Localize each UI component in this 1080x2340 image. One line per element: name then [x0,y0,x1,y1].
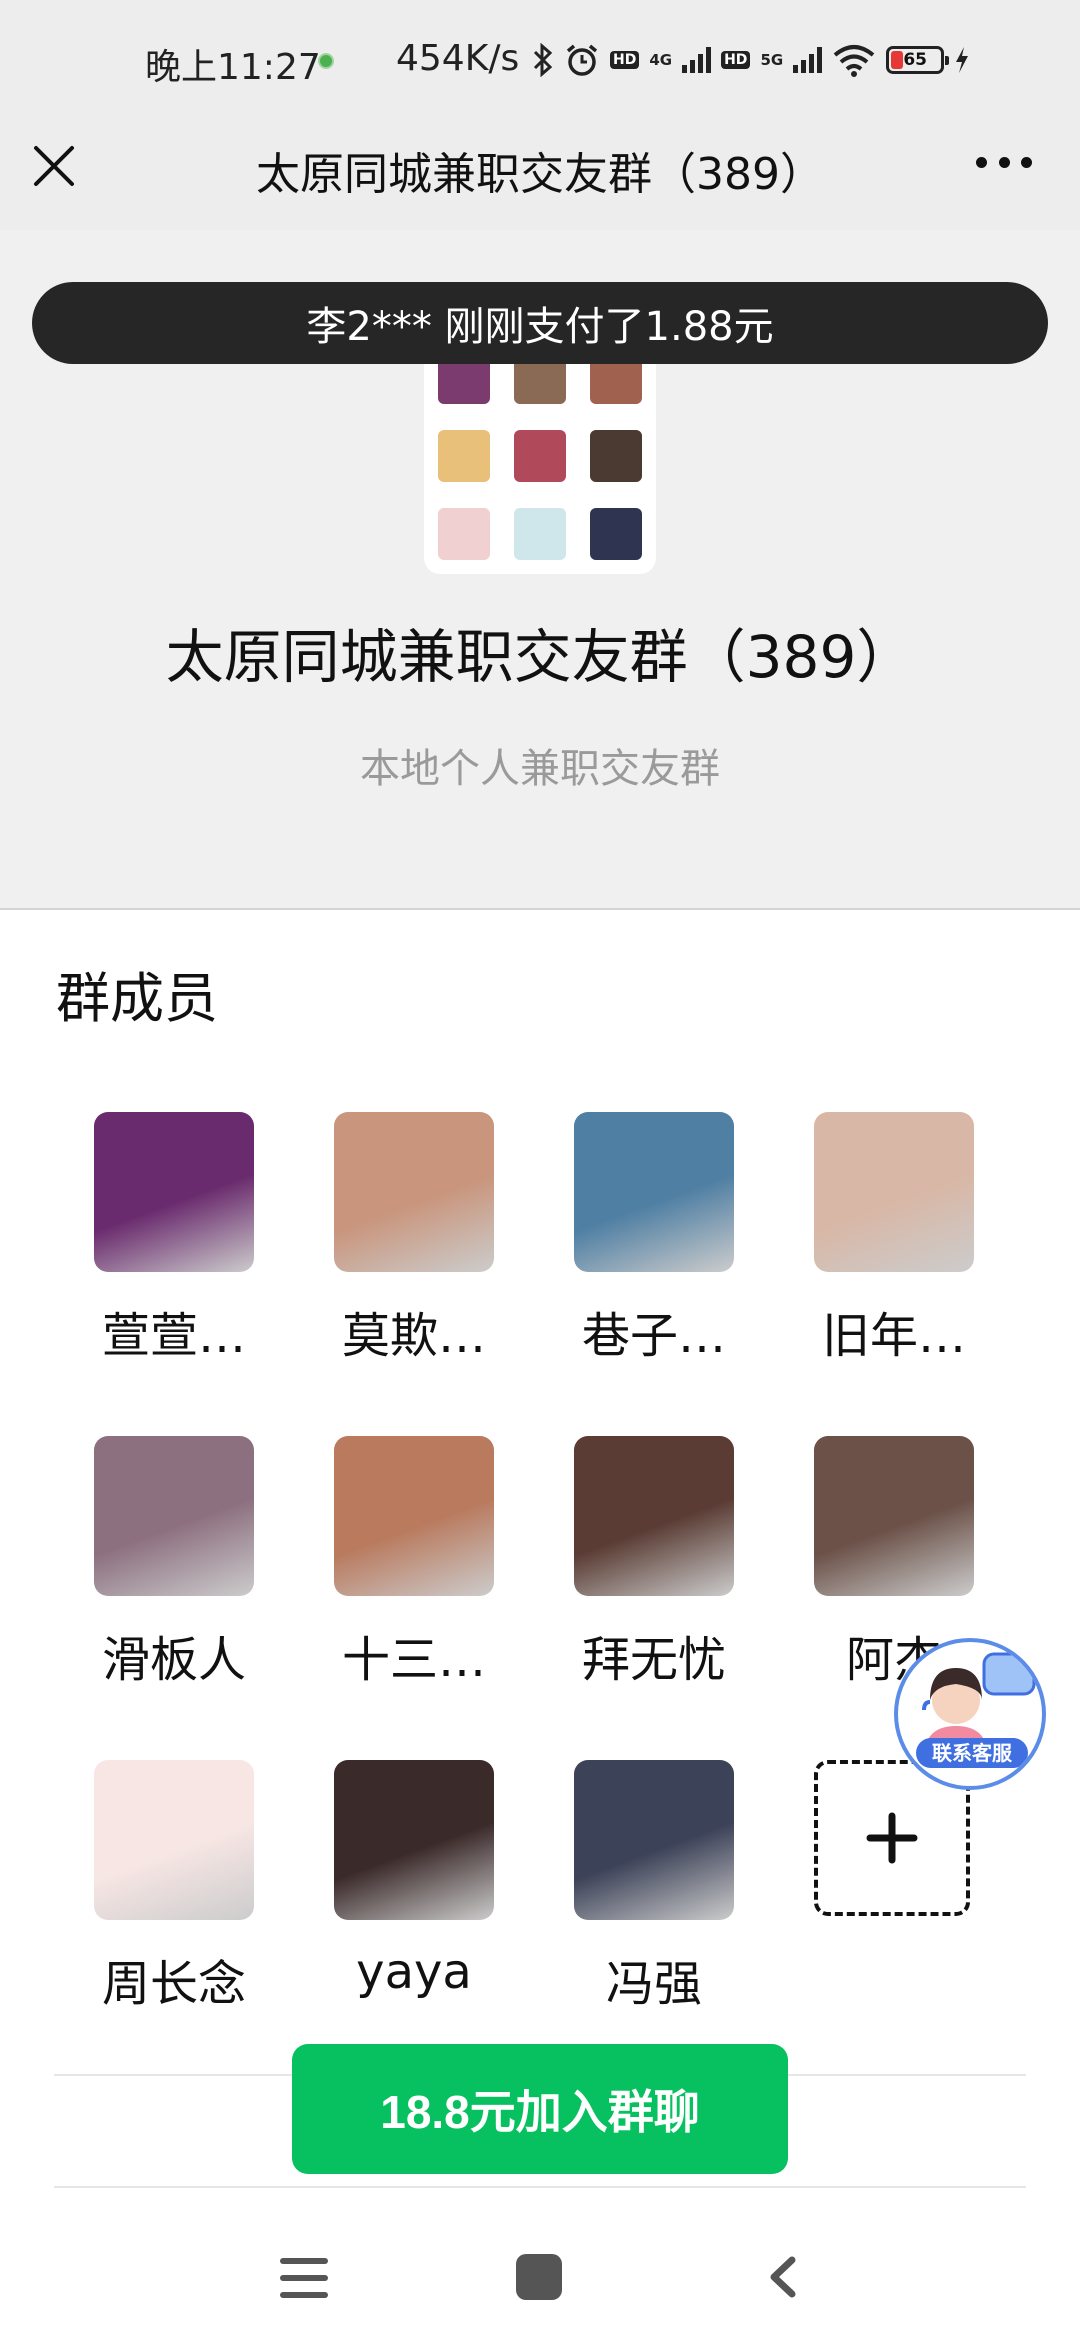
charging-icon [956,47,969,73]
menu-icon[interactable] [280,2258,328,2298]
group-avatar-cell [514,508,566,560]
battery-level: 65 [903,50,928,70]
system-navigation-bar [0,2208,1080,2340]
add-member-item[interactable] [774,1760,974,2000]
bluetooth-icon [533,43,553,77]
customer-service-button[interactable]: 联系客服 [894,1638,1046,1790]
member-item[interactable]: 萱萱… [54,1112,254,1364]
member-name: 拜无忧 [581,1632,726,1688]
member-name: 巷子… [581,1308,726,1364]
member-name: 十三… [341,1632,486,1688]
group-description: 本地个人兼职交友群 [360,746,720,792]
hd-badge: HD [610,51,640,69]
navigation-bar: 太原同城兼职交友群（389） [0,126,1080,230]
member-avatar [574,1436,734,1596]
page-title: 太原同城兼职交友群（389） [256,149,824,200]
hd-badge-2: HD [721,51,751,69]
member-avatar [94,1112,254,1272]
member-name: 冯强 [605,1956,702,2012]
group-avatar [424,330,656,574]
member-item[interactable]: 冯强 [534,1760,734,2012]
member-name: yaya [356,1944,472,2000]
member-avatar [574,1112,734,1272]
member-avatar [334,1436,494,1596]
network-type-2: 5G [760,51,784,69]
member-avatar [334,1760,494,1920]
member-item[interactable]: 阿杰 [774,1436,974,1688]
member-avatar [334,1112,494,1272]
network-speed: 454K/s [396,38,520,79]
member-item[interactable]: 十三… [294,1436,494,1688]
members-panel: 群成员 萱萱… 莫欺… 巷子… 旧年… 滑板人 十三… 拜无忧 阿杰 周长念 y… [0,908,1080,2208]
status-time: 晚上11:27 [145,47,321,88]
member-name: 旧年… [821,1308,966,1364]
group-avatar-cell [590,430,642,482]
member-name: 滑板人 [101,1632,246,1688]
status-icons: HD 4G HD 5G 65 [532,40,970,80]
member-avatar [94,1760,254,1920]
status-bar: 晚上11:27 454K/s HD 4G HD 5G 65 [0,0,1080,126]
member-avatar [574,1760,734,1920]
battery-icon: 65 [886,46,950,74]
group-name: 太原同城兼职交友群（389） [165,623,915,691]
member-item[interactable]: 拜无忧 [534,1436,734,1688]
network-type: 4G [649,51,673,69]
member-item[interactable]: 巷子… [534,1112,734,1364]
member-name: 莫欺… [341,1308,486,1364]
group-avatar-cell [514,430,566,482]
member-item[interactable]: 滑板人 [54,1436,254,1688]
members-grid: 萱萱… 莫欺… 巷子… 旧年… 滑板人 十三… 拜无忧 阿杰 周长念 yaya … [0,910,1080,2210]
home-icon[interactable] [516,2254,562,2300]
signal-icon [682,47,712,73]
member-avatar [94,1436,254,1596]
wifi-icon [833,45,875,77]
join-group-button[interactable]: 18.8元加入群聊 [292,2044,788,2174]
location-dot-icon [318,53,334,69]
member-item[interactable]: 莫欺… [294,1112,494,1364]
signal-icon-2 [793,47,823,73]
payment-toast: 李2*** 刚刚支付了1.88元 [32,282,1048,364]
group-avatar-cell [438,508,490,560]
member-avatar [814,1112,974,1272]
more-icon[interactable] [976,152,1032,172]
divider [54,2186,1026,2188]
member-item[interactable]: yaya [294,1760,494,2000]
group-avatar-cell [438,430,490,482]
plus-icon [866,1812,918,1864]
member-name: 萱萱… [101,1308,246,1364]
group-avatar-cell [590,508,642,560]
back-icon[interactable] [762,2254,808,2300]
customer-service-label: 联系客服 [916,1738,1028,1768]
member-name: 周长念 [101,1956,246,2012]
member-avatar [814,1436,974,1596]
group-header: 李2*** 刚刚支付了1.88元 太原同城兼职交友群（389） 本地个人兼职交友… [0,230,1080,908]
member-item[interactable]: 旧年… [774,1112,974,1364]
member-item[interactable]: 周长念 [54,1760,254,2012]
alarm-icon [566,44,598,76]
